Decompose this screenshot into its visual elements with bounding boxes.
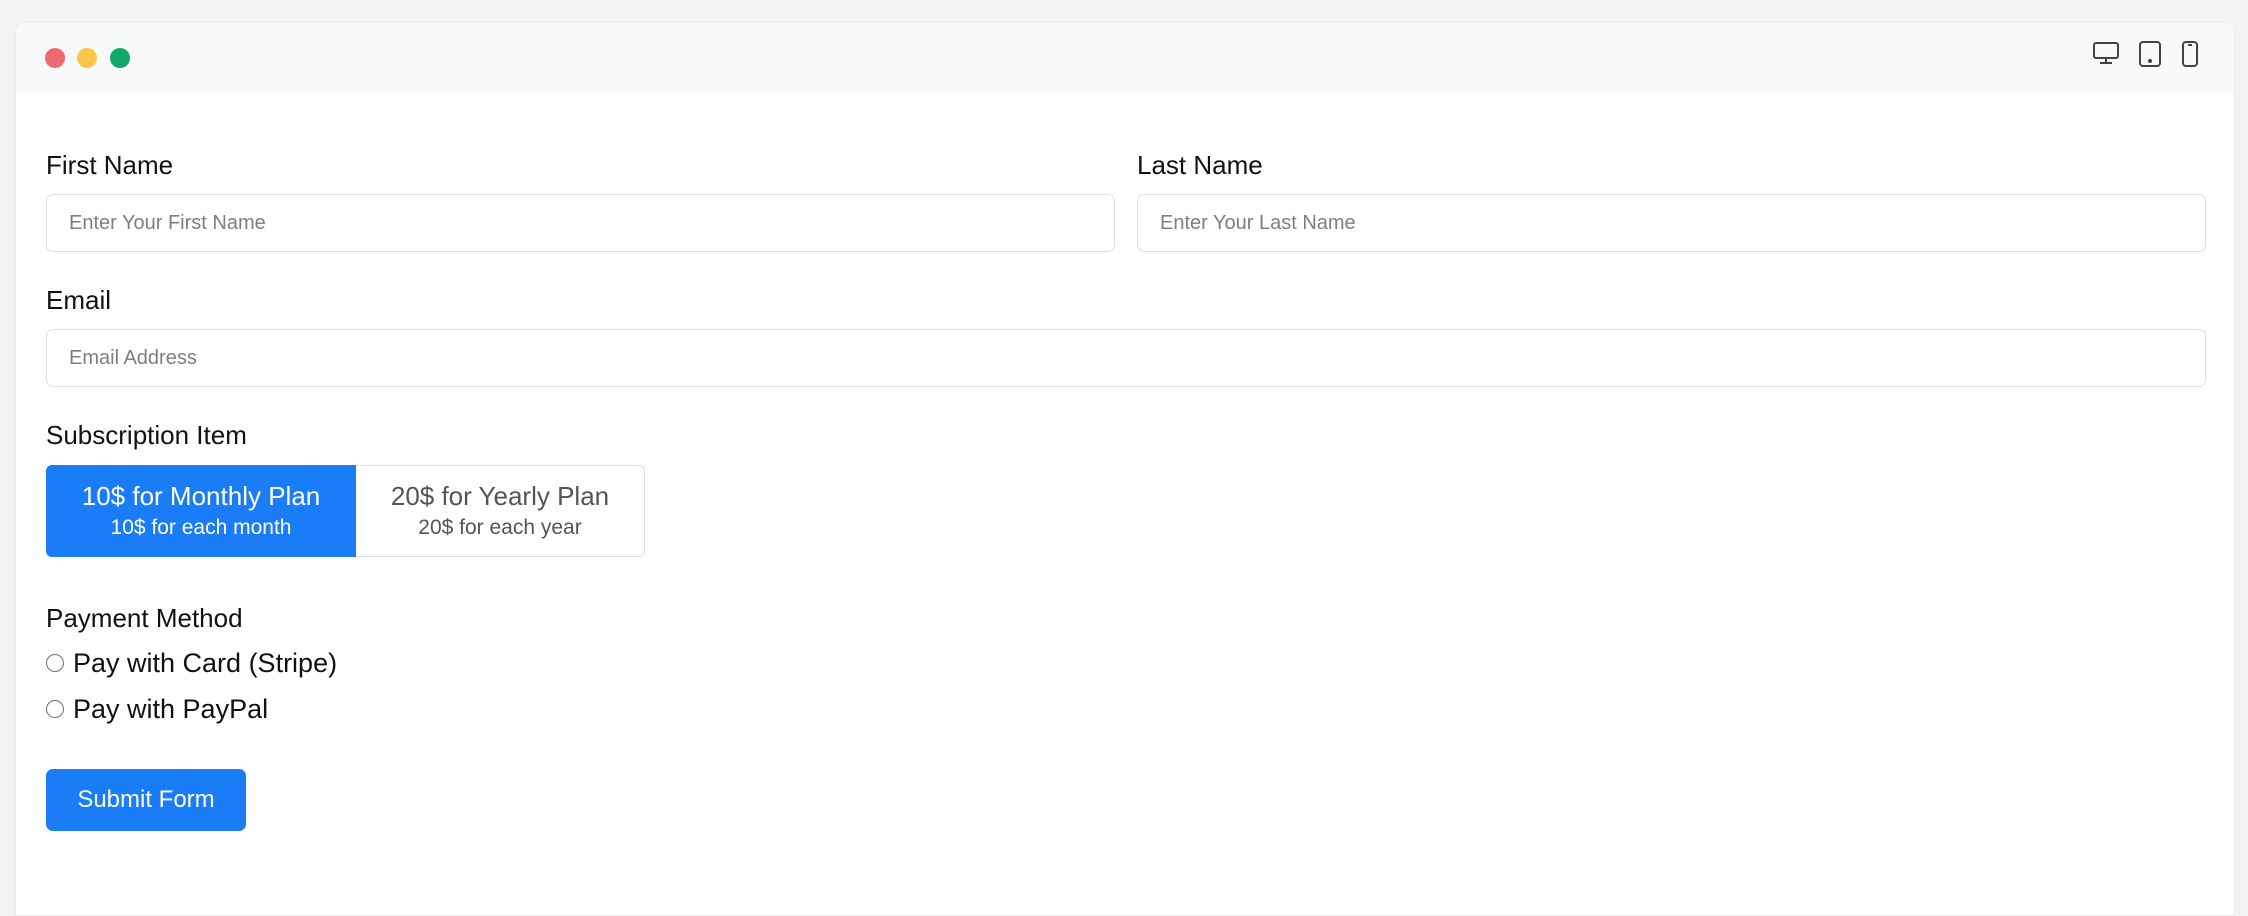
first-name-label: First Name (46, 150, 174, 180)
browser-window: First Name Last Name Email Subscription … (15, 22, 2235, 916)
plan-yearly-subtitle: 20$ for each year (418, 516, 582, 539)
plan-monthly-subtitle: 10$ for each month (110, 516, 292, 539)
stripe-radio-label[interactable]: Pay with Card (Stripe) (73, 648, 337, 679)
window-titlebar (16, 23, 2234, 95)
paypal-radio[interactable] (46, 700, 64, 718)
email-group: Email (46, 285, 2206, 387)
first-name-input[interactable] (46, 194, 1115, 252)
minimize-window-button[interactable] (77, 48, 97, 68)
payment-option-stripe[interactable]: Pay with Card (Stripe) (46, 647, 337, 679)
plan-yearly-title: 20$ for Yearly Plan (390, 481, 610, 511)
last-name-label: Last Name (1137, 150, 1263, 180)
plan-selector: 10$ for Monthly Plan 10$ for each month … (46, 465, 645, 557)
plan-monthly-button[interactable]: 10$ for Monthly Plan 10$ for each month (46, 465, 356, 557)
email-input[interactable] (46, 329, 2206, 387)
first-name-group: First Name (46, 150, 1115, 252)
payment-label: Payment Method (46, 603, 243, 633)
stripe-radio[interactable] (46, 654, 64, 672)
paypal-radio-label[interactable]: Pay with PayPal (73, 694, 268, 725)
mobile-icon[interactable] (2180, 40, 2200, 68)
desktop-icon[interactable] (2092, 40, 2120, 68)
payment-group: Payment Method Pay with Card (Stripe) Pa… (46, 603, 337, 725)
plan-monthly-title: 10$ for Monthly Plan (81, 481, 321, 511)
close-window-button[interactable] (45, 48, 65, 68)
name-row: First Name Last Name (46, 150, 2206, 280)
subscription-group: Subscription Item 10$ for Monthly Plan 1… (46, 420, 645, 557)
tablet-icon[interactable] (2138, 40, 2162, 68)
submit-button[interactable]: Submit Form (46, 769, 246, 831)
email-label: Email (46, 285, 112, 315)
subscription-label: Subscription Item (46, 420, 247, 450)
maximize-window-button[interactable] (110, 48, 130, 68)
plan-yearly-button[interactable]: 20$ for Yearly Plan 20$ for each year (356, 465, 645, 557)
last-name-group: Last Name (1137, 150, 2206, 252)
last-name-input[interactable] (1137, 194, 2206, 252)
payment-option-paypal[interactable]: Pay with PayPal (46, 693, 337, 725)
device-preview-toggle (2092, 40, 2200, 68)
